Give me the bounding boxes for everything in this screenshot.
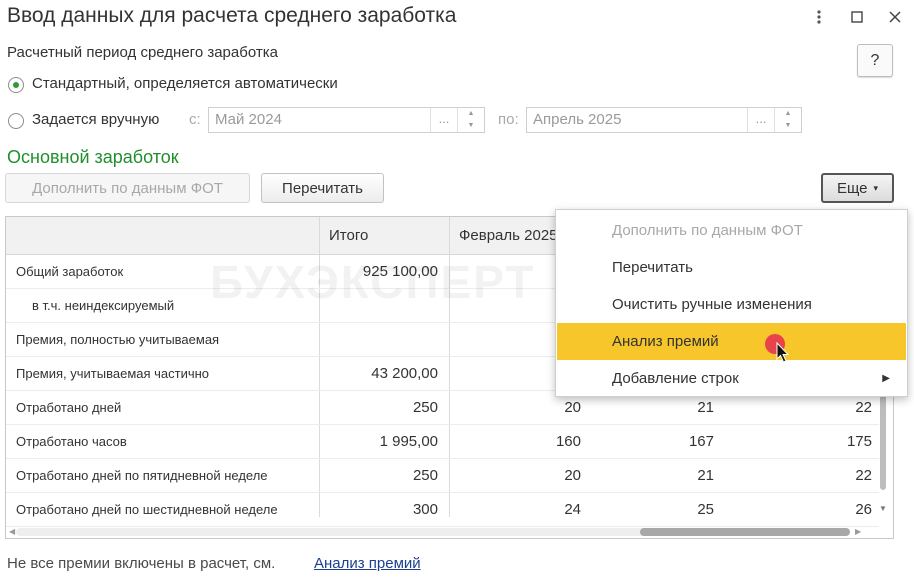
section-title: Основной заработок [7,147,179,167]
row-total-cell[interactable]: 250 [413,391,438,424]
period-to-spinner[interactable]: ▲ ▼ [774,108,801,132]
row-name-cell[interactable]: Отработано дней по шестидневной неделе [16,493,278,526]
more-button[interactable]: Еще ▾ [821,173,894,203]
menu-item-recalc[interactable]: Перечитать [557,249,906,286]
row-apr-cell[interactable]: 22 [855,459,872,492]
row-total-cell[interactable]: 300 [413,493,438,526]
table-row[interactable]: Отработано дней по шестидневной неделе 30… [6,493,879,527]
row-mar-cell[interactable]: 167 [689,425,714,458]
row-name-cell[interactable]: Премия, полностью учитываемая [16,323,219,356]
more-dropdown-menu: Дополнить по данным ФОТ Перечитать Очист… [555,209,908,397]
submenu-arrow-icon: ▶ [882,373,890,384]
period-from-value[interactable]: Май 2024 [209,108,430,132]
period-from-field[interactable]: Май 2024 ... ▲ ▼ [208,107,485,133]
to-label: по: [498,111,519,128]
row-feb-cell[interactable]: 160 [556,425,581,458]
vertical-scroll-thumb[interactable] [880,390,886,490]
from-label: с: [189,111,201,128]
col-header-total[interactable]: Итого [319,217,449,254]
row-name-cell[interactable]: Общий заработок [16,255,123,288]
scroll-right-icon[interactable]: ▶ [855,527,861,536]
row-name-cell[interactable]: Отработано дней [16,391,121,424]
row-feb-cell[interactable]: 24 [564,493,581,526]
menu-item-fill-fot[interactable]: Дополнить по данным ФОТ [557,212,906,249]
menu-item-add-rows-label: Добавление строк [612,370,739,387]
row-apr-cell[interactable]: 175 [847,425,872,458]
menu-item-clear-manual[interactable]: Очистить ручные изменения [557,286,906,323]
horizontal-scroll-thumb[interactable] [640,528,850,536]
scroll-left-icon[interactable]: ◀ [9,527,15,536]
radio-manual[interactable] [8,113,24,129]
radio-auto[interactable] [8,77,24,93]
watermark: БУХЭКСПЕРТ [210,256,536,308]
recalc-button[interactable]: Перечитать [261,173,384,203]
col-header-feb[interactable]: Февраль 2025 [449,217,569,254]
fill-from-fot-button[interactable]: Дополнить по данным ФОТ [5,173,250,203]
period-to-value[interactable]: Апрель 2025 [527,108,747,132]
row-name-cell[interactable]: Отработано дней по пятидневной неделе [16,459,268,492]
row-total-cell[interactable]: 43 200,00 [371,357,438,390]
period-label: Расчетный период среднего заработка [7,44,278,61]
row-total-cell[interactable]: 250 [413,459,438,492]
period-from-spinner[interactable]: ▲ ▼ [457,108,484,132]
table-row[interactable]: Отработано дней по пятидневной неделе 250… [6,459,879,493]
row-name-cell[interactable]: Премия, учитываемая частично [16,357,209,390]
row-feb-cell[interactable]: 20 [564,459,581,492]
radio-manual-label[interactable]: Задается вручную [32,111,159,128]
cursor-highlight-icon [765,333,791,370]
period-from-choose-button[interactable]: ... [430,108,457,132]
period-to-choose-button[interactable]: ... [747,108,774,132]
table-row[interactable]: Отработано часов 1 995,00 160 167 175 [6,425,879,459]
row-name-cell[interactable]: Отработано часов [16,425,127,458]
radio-auto-label[interactable]: Стандартный, определяется автоматически [32,75,338,92]
scroll-down-icon[interactable]: ▼ [879,504,887,513]
window-title: Ввод данных для расчета среднего заработ… [7,4,457,27]
row-mar-cell[interactable]: 25 [697,493,714,526]
row-total-cell[interactable]: 1 995,00 [380,425,438,458]
menu-item-bonus-analysis[interactable]: Анализ премий [557,323,906,360]
row-name-cell[interactable]: в т.ч. неиндексируемый [32,289,174,322]
menu-item-add-rows[interactable]: Добавление строк ▶ [557,360,906,397]
kebab-icon[interactable] [808,6,830,28]
row-mar-cell[interactable]: 21 [697,459,714,492]
col-header-name[interactable] [6,217,319,254]
row-apr-cell[interactable]: 26 [855,493,872,526]
help-button[interactable]: ? [857,44,893,77]
footer-note: Не все премии включены в расчет, см. [7,555,276,572]
close-icon[interactable] [884,6,906,28]
chevron-down-icon: ▾ [873,182,879,193]
maximize-icon[interactable] [846,6,868,28]
more-button-label: Еще [836,179,868,197]
bonus-analysis-link[interactable]: Анализ премий [314,555,421,572]
period-to-field[interactable]: Апрель 2025 ... ▲ ▼ [526,107,802,133]
